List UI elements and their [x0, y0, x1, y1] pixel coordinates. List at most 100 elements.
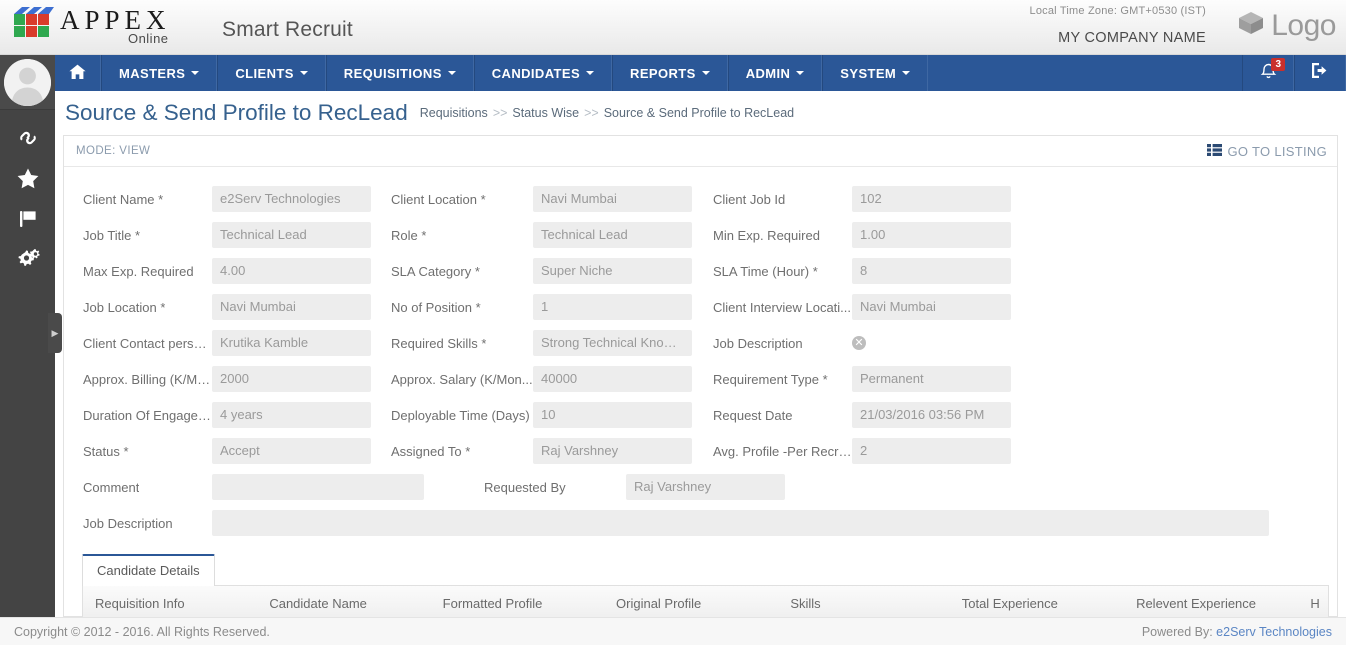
- field-value-job-title[interactable]: Technical Lead: [212, 217, 371, 253]
- input-status[interactable]: Accept: [212, 438, 371, 464]
- field-value-sla-time[interactable]: 8: [852, 253, 1011, 289]
- go-to-listing-label: GO TO LISTING: [1227, 143, 1327, 159]
- field-value-job-location[interactable]: Navi Mumbai: [212, 289, 371, 325]
- field-value-approx-salary[interactable]: 40000: [533, 361, 692, 397]
- powered-by-prefix: Powered By:: [1141, 624, 1213, 639]
- input-client-name[interactable]: e2Serv Technologies: [212, 186, 371, 212]
- breadcrumb-item-requisitions[interactable]: Requisitions: [420, 106, 488, 120]
- breadcrumb-item-status-wise[interactable]: Status Wise: [512, 106, 579, 120]
- field-value-client-interview-location[interactable]: Navi Mumbai: [852, 289, 1011, 325]
- input-job-title[interactable]: Technical Lead: [212, 222, 371, 248]
- nav-label: REPORTS: [630, 65, 696, 81]
- field-label-approx-billing: Approx. Billing (K/Mon...: [83, 371, 212, 387]
- column-header-requisition-info[interactable]: Requisition Info: [83, 596, 257, 611]
- nav-home[interactable]: [55, 55, 101, 91]
- input-max-exp[interactable]: 4.00: [212, 258, 371, 284]
- nav-item-clients[interactable]: CLIENTS: [217, 55, 326, 91]
- nav-item-candidates[interactable]: CANDIDATES: [473, 55, 613, 91]
- breadcrumb: Requisitions >> Status Wise >> Source & …: [420, 106, 794, 120]
- sidebar-item-flag[interactable]: [0, 198, 55, 238]
- input-deployable-time[interactable]: 10: [533, 402, 692, 428]
- field-value-requirement-type[interactable]: Permanent: [852, 361, 1011, 397]
- column-header-total-experience[interactable]: Total Experience: [950, 596, 1124, 611]
- chevron-down-icon: [191, 71, 200, 75]
- input-avg-profile-per-recruiter[interactable]: 2: [852, 438, 1011, 464]
- column-header-candidate-name[interactable]: Candidate Name: [257, 596, 430, 611]
- input-duration-of-engagement[interactable]: 4 years: [212, 402, 371, 428]
- input-min-exp[interactable]: 1.00: [852, 222, 1011, 248]
- form-row-job-description: Job Description: [64, 505, 1337, 541]
- nav-item-masters[interactable]: MASTERS: [101, 55, 218, 91]
- input-sla-category[interactable]: Super Niche: [533, 258, 692, 284]
- field-value-no-of-position[interactable]: 1: [533, 289, 692, 325]
- notifications-button[interactable]: 3: [1242, 55, 1294, 91]
- input-requested-by[interactable]: Raj Varshney: [626, 474, 785, 500]
- nav-item-system[interactable]: SYSTEM: [822, 55, 929, 91]
- field-value-comment[interactable]: [212, 469, 424, 505]
- sidebar-item-settings[interactable]: [0, 238, 55, 278]
- sidebar-expand-handle[interactable]: ▶: [48, 313, 62, 353]
- column-header-relevent-experience[interactable]: Relevent Experience: [1124, 596, 1298, 611]
- field-value-avg-profile-per-recruiter[interactable]: 2: [852, 433, 1011, 469]
- avatar[interactable]: [0, 55, 55, 110]
- field-value-sla-category[interactable]: Super Niche: [533, 253, 692, 289]
- field-value-approx-billing[interactable]: 2000: [212, 361, 371, 397]
- field-value-min-exp[interactable]: 1.00: [852, 217, 1011, 253]
- avatar-image: [4, 58, 51, 106]
- field-value-assigned-to[interactable]: Raj Varshney: [533, 433, 692, 469]
- remove-attachment-icon[interactable]: ✕: [852, 336, 866, 350]
- brand-logo[interactable]: APPEX Online: [10, 4, 171, 48]
- input-assigned-to[interactable]: Raj Varshney: [533, 438, 692, 464]
- logout-button[interactable]: [1294, 55, 1346, 91]
- input-approx-billing[interactable]: 2000: [212, 366, 371, 392]
- input-client-location[interactable]: Navi Mumbai: [533, 186, 692, 212]
- column-header-formatted-profile[interactable]: Formatted Profile: [431, 596, 604, 611]
- tab-candidate-details[interactable]: Candidate Details: [82, 554, 215, 586]
- input-client-interview-location[interactable]: Navi Mumbai: [852, 294, 1011, 320]
- powered-by-link[interactable]: e2Serv Technologies: [1216, 625, 1332, 639]
- field-value-duration-of-engagement[interactable]: 4 years: [212, 397, 371, 433]
- nav-item-admin[interactable]: ADMIN: [727, 55, 823, 91]
- input-job-location[interactable]: Navi Mumbai: [212, 294, 371, 320]
- chevron-down-icon: [299, 71, 308, 75]
- field-value-deployable-time[interactable]: 10: [533, 397, 692, 433]
- column-header-h[interactable]: H: [1298, 596, 1328, 611]
- input-no-of-position[interactable]: 1: [533, 294, 692, 320]
- input-request-date[interactable]: 21/03/2016 03:56 PM: [852, 402, 1011, 428]
- field-label-assigned-to: Assigned To *: [391, 443, 471, 459]
- field-label-comment: Comment: [83, 479, 140, 495]
- field-value-required-skills[interactable]: Strong Technical Knowl...: [533, 325, 692, 361]
- input-requirement-type[interactable]: Permanent: [852, 366, 1011, 392]
- field-label-duration-of-engagement: Duration Of Engageme...: [83, 407, 212, 423]
- field-value-client-location[interactable]: Navi Mumbai: [533, 181, 692, 217]
- field-value-client-name[interactable]: e2Serv Technologies: [212, 181, 371, 217]
- form-row: Job Title * Technical Lead Role * Techni…: [64, 217, 1337, 253]
- input-required-skills[interactable]: Strong Technical Knowl...: [533, 330, 692, 356]
- input-job-description[interactable]: [212, 510, 1269, 536]
- chevron-down-icon: [796, 71, 805, 75]
- field-value-job-description[interactable]: [212, 505, 1269, 541]
- column-header-original-profile[interactable]: Original Profile: [604, 596, 778, 611]
- input-comment[interactable]: [212, 474, 424, 500]
- input-client-job-id[interactable]: 102: [852, 186, 1011, 212]
- input-client-contact-person[interactable]: Krutika Kamble: [212, 330, 371, 356]
- field-value-status[interactable]: Accept: [212, 433, 371, 469]
- input-approx-salary[interactable]: 40000: [533, 366, 692, 392]
- sidebar-item-link[interactable]: [0, 118, 55, 158]
- nav-label: SYSTEM: [840, 65, 897, 81]
- input-sla-time[interactable]: 8: [852, 258, 1011, 284]
- field-value-role[interactable]: Technical Lead: [533, 217, 692, 253]
- go-to-listing-button[interactable]: GO TO LISTING: [1206, 143, 1328, 159]
- nav-item-requisitions[interactable]: REQUISITIONS: [325, 55, 474, 91]
- field-value-client-job-id[interactable]: 102: [852, 181, 1011, 217]
- input-role[interactable]: Technical Lead: [533, 222, 692, 248]
- nav-item-reports[interactable]: REPORTS: [612, 55, 728, 91]
- sidebar-item-favorites[interactable]: [0, 158, 55, 198]
- field-value-requested-by[interactable]: Raj Varshney: [626, 469, 785, 505]
- field-value-client-contact-person[interactable]: Krutika Kamble: [212, 325, 371, 361]
- field-value-request-date[interactable]: 21/03/2016 03:56 PM: [852, 397, 1011, 433]
- field-label-client-location: Client Location *: [391, 191, 486, 207]
- column-header-skills[interactable]: Skills: [778, 596, 949, 611]
- field-label-client-name: Client Name *: [83, 191, 164, 207]
- field-value-max-exp[interactable]: 4.00: [212, 253, 371, 289]
